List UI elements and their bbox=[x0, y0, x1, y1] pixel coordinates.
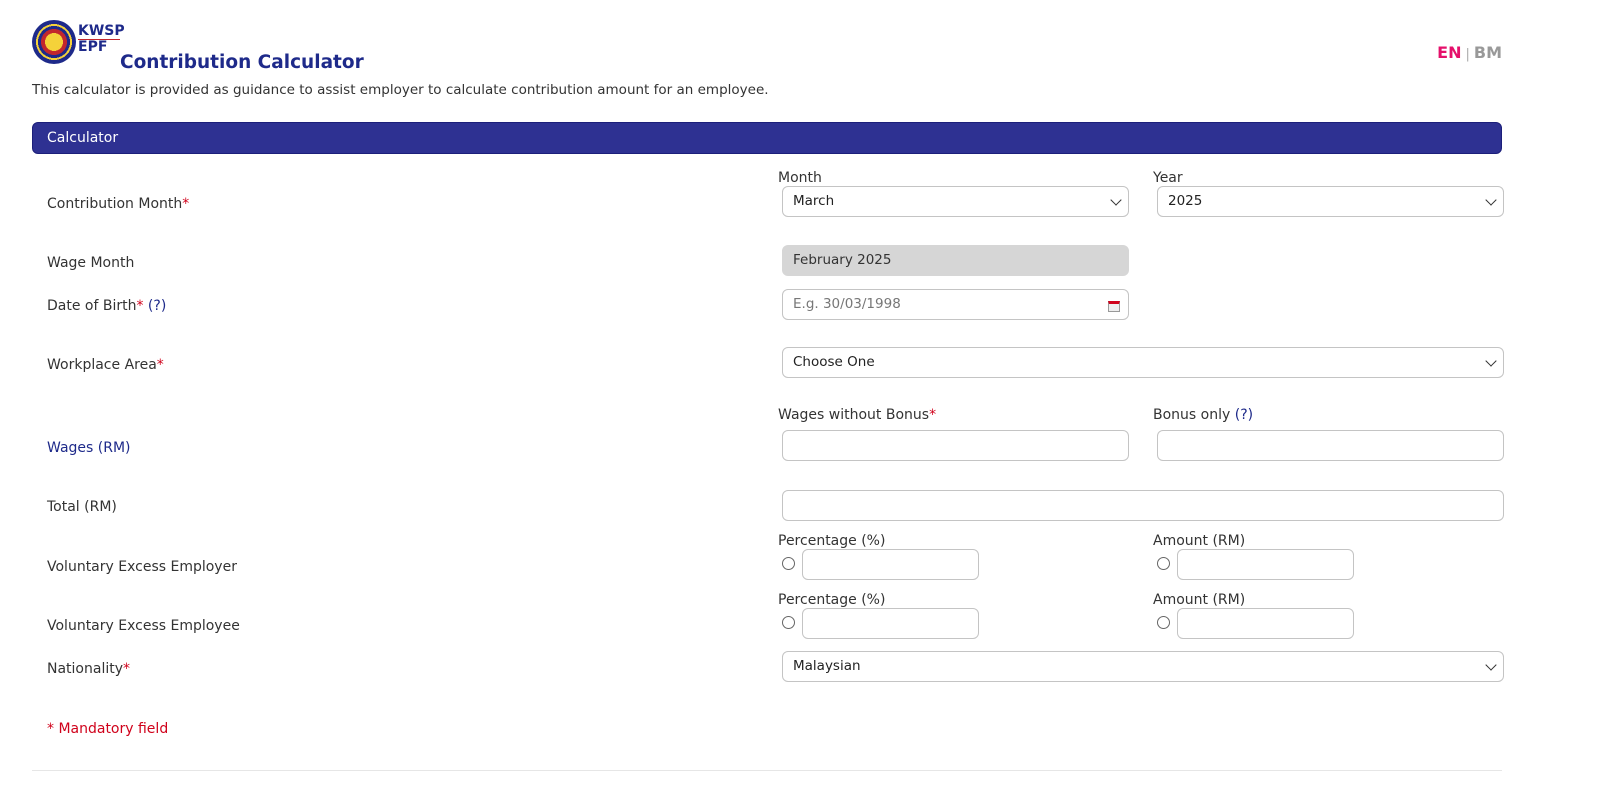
section-header: Calculator bbox=[32, 122, 1502, 154]
required-marker: * bbox=[929, 407, 937, 423]
year-label: Year bbox=[1153, 170, 1183, 186]
contribution-month-label-text: Contribution Month bbox=[47, 196, 183, 212]
voluntary-excess-employer-label: Voluntary Excess Employer bbox=[47, 559, 237, 575]
employee-percentage-label: Percentage (%) bbox=[778, 592, 886, 608]
employer-amount-input[interactable] bbox=[1177, 549, 1354, 580]
chevron-down-icon bbox=[1485, 355, 1497, 367]
page-title: Contribution Calculator bbox=[120, 52, 364, 73]
total-input[interactable] bbox=[782, 490, 1504, 521]
kwsp-logo-icon bbox=[32, 20, 76, 64]
workplace-area-label: Workplace Area* bbox=[47, 357, 164, 373]
language-switcher: EN | BM bbox=[1437, 43, 1502, 62]
employee-amount-input[interactable] bbox=[1177, 608, 1354, 639]
workplace-area-value: Choose One bbox=[793, 354, 875, 370]
chevron-down-icon bbox=[1485, 659, 1497, 671]
chevron-down-icon bbox=[1110, 194, 1122, 206]
required-marker: * bbox=[123, 661, 131, 677]
bonus-only-input[interactable] bbox=[1157, 430, 1504, 461]
employer-percentage-radio[interactable] bbox=[782, 557, 795, 570]
dob-label: Date of Birth* (?) bbox=[47, 298, 166, 314]
brand-line1: KWSP bbox=[78, 23, 125, 40]
page-intro: This calculator is provided as guidance … bbox=[32, 82, 769, 98]
required-marker: * bbox=[156, 357, 164, 373]
employer-percentage-label: Percentage (%) bbox=[778, 533, 886, 549]
wages-without-bonus-label-text: Wages without Bonus bbox=[778, 407, 930, 423]
mandatory-field-note: * Mandatory field bbox=[47, 721, 169, 737]
dob-label-text: Date of Birth bbox=[47, 298, 137, 314]
wages-without-bonus-label: Wages without Bonus* bbox=[778, 407, 936, 423]
nationality-label-text: Nationality bbox=[47, 661, 124, 677]
nationality-value: Malaysian bbox=[793, 658, 861, 674]
dob-placeholder: E.g. 30/03/1998 bbox=[793, 296, 901, 312]
required-marker: * bbox=[136, 298, 144, 314]
wages-label: Wages (RM) bbox=[47, 440, 131, 456]
wage-month-label: Wage Month bbox=[47, 255, 135, 271]
bonus-help-link[interactable]: (?) bbox=[1235, 407, 1253, 423]
lang-en-link[interactable]: EN bbox=[1437, 43, 1461, 62]
wage-month-field: February 2025 bbox=[782, 245, 1129, 276]
total-label: Total (RM) bbox=[47, 499, 117, 515]
voluntary-excess-employee-label: Voluntary Excess Employee bbox=[47, 618, 240, 634]
month-select[interactable]: March bbox=[782, 186, 1129, 217]
bonus-only-label: Bonus only (?) bbox=[1153, 407, 1253, 423]
chevron-down-icon bbox=[1485, 194, 1497, 206]
month-label: Month bbox=[778, 170, 822, 186]
employee-percentage-radio[interactable] bbox=[782, 616, 795, 629]
calendar-icon[interactable] bbox=[1108, 301, 1120, 312]
lang-bm-link[interactable]: BM bbox=[1474, 43, 1502, 62]
lang-separator: | bbox=[1465, 47, 1470, 62]
employee-amount-radio[interactable] bbox=[1157, 616, 1170, 629]
workplace-area-label-text: Workplace Area bbox=[47, 357, 157, 373]
year-select[interactable]: 2025 bbox=[1157, 186, 1504, 217]
employee-percentage-input[interactable] bbox=[802, 608, 979, 639]
workplace-area-select[interactable]: Choose One bbox=[782, 347, 1504, 378]
employee-amount-label: Amount (RM) bbox=[1153, 592, 1246, 608]
dob-help-link[interactable]: (?) bbox=[148, 298, 166, 314]
nationality-select[interactable]: Malaysian bbox=[782, 651, 1504, 682]
employer-amount-radio[interactable] bbox=[1157, 557, 1170, 570]
employer-percentage-input[interactable] bbox=[802, 549, 979, 580]
divider bbox=[32, 770, 1502, 771]
employer-amount-label: Amount (RM) bbox=[1153, 533, 1246, 549]
dob-input[interactable]: E.g. 30/03/1998 bbox=[782, 289, 1129, 320]
brand-logo-text: KWSP EPF bbox=[78, 23, 125, 55]
bonus-only-label-text: Bonus only bbox=[1153, 407, 1231, 423]
month-select-value: March bbox=[793, 193, 835, 209]
year-select-value: 2025 bbox=[1168, 193, 1203, 209]
wages-without-bonus-input[interactable] bbox=[782, 430, 1129, 461]
required-marker: * bbox=[182, 196, 190, 212]
header: KWSP EPF Contribution Calculator EN | BM bbox=[32, 18, 1502, 73]
nationality-label: Nationality* bbox=[47, 661, 130, 677]
wage-month-value: February 2025 bbox=[793, 252, 892, 268]
contribution-month-label: Contribution Month* bbox=[47, 196, 189, 212]
brand-line2: EPF bbox=[78, 39, 108, 55]
